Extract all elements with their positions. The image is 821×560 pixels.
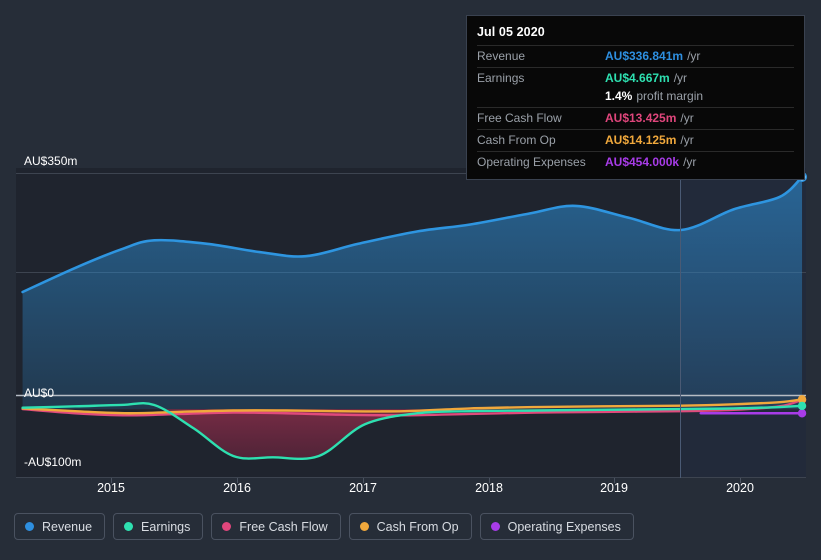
- tooltip-unit-cash-from-op: /yr: [680, 133, 694, 147]
- tooltip-label-free-cash-flow: Free Cash Flow: [477, 111, 562, 125]
- tooltip-row-revenue: Revenue AU$336.841m /yr: [477, 45, 794, 67]
- legend-item-free-cash-flow[interactable]: Free Cash Flow: [211, 513, 341, 540]
- tooltip-label-earnings: Earnings: [477, 71, 525, 85]
- legend-label-cash-from-op: Cash From Op: [376, 519, 459, 534]
- tooltip-date: Jul 05 2020: [477, 25, 545, 39]
- tooltip-unit-profit-margin: profit margin: [636, 89, 704, 103]
- tooltip-label-cash-from-op: Cash From Op: [477, 133, 556, 147]
- tooltip-value-profit-margin: 1.4%: [605, 89, 633, 103]
- tooltip-row-profit-margin: 1.4% profit margin: [477, 89, 794, 107]
- legend-dot-revenue-icon: [25, 522, 34, 531]
- endpoint-marker-earnings: [797, 401, 807, 411]
- tooltip-unit-operating-expenses: /yr: [683, 155, 697, 169]
- chart-legend: Revenue Earnings Free Cash Flow Cash Fro…: [14, 513, 634, 540]
- legend-item-operating-expenses[interactable]: Operating Expenses: [479, 513, 634, 540]
- tooltip-row-free-cash-flow: Free Cash Flow AU$13.425m /yr: [477, 107, 794, 129]
- legend-dot-operating-expenses-icon: [490, 522, 500, 531]
- legend-label-free-cash-flow: Free Cash Flow: [239, 519, 328, 534]
- legend-dot-earnings-icon: [124, 522, 134, 531]
- tooltip-row-earnings: Earnings AU$4.667m /yr: [477, 67, 794, 89]
- tooltip-value-revenue: AU$336.841m: [605, 49, 684, 63]
- tooltip-unit-revenue: /yr: [687, 49, 701, 63]
- tooltip-row-cash-from-op: Cash From Op AU$14.125m /yr: [477, 129, 794, 151]
- legend-item-revenue[interactable]: Revenue: [14, 513, 106, 540]
- tooltip-label-revenue: Revenue: [477, 49, 526, 63]
- tooltip-label-operating-expenses: Operating Expenses: [477, 155, 586, 169]
- chart-tooltip: Jul 05 2020 Revenue AU$336.841m /yr Earn…: [466, 15, 805, 180]
- tooltip-value-operating-expenses: AU$454.000k: [605, 155, 680, 169]
- tooltip-unit-earnings: /yr: [673, 71, 688, 85]
- legend-label-revenue: Revenue: [42, 519, 93, 534]
- legend-label-operating-expenses: Operating Expenses: [507, 519, 621, 534]
- endpoint-marker-operating-expenses: [797, 409, 807, 418]
- legend-dot-cash-from-op-icon: [359, 522, 369, 531]
- financial-chart: AU$350m AU$0 -AU$100m 2015 2016 2017 201…: [0, 0, 821, 560]
- tooltip-value-cash-from-op: AU$14.125m: [605, 133, 677, 147]
- legend-item-cash-from-op[interactable]: Cash From Op: [348, 513, 472, 540]
- x-axis-ticks: [111, 478, 741, 483]
- tooltip-row-operating-expenses: Operating Expenses AU$454.000k /yr: [477, 151, 794, 173]
- tooltip-value-earnings: AU$4.667m: [605, 71, 670, 85]
- tooltip-value-free-cash-flow: AU$13.425m: [605, 111, 677, 125]
- legend-dot-free-cash-flow-icon: [222, 522, 232, 531]
- legend-item-earnings[interactable]: Earnings: [113, 513, 204, 540]
- legend-label-earnings: Earnings: [141, 519, 191, 534]
- tooltip-unit-free-cash-flow: /yr: [680, 111, 694, 125]
